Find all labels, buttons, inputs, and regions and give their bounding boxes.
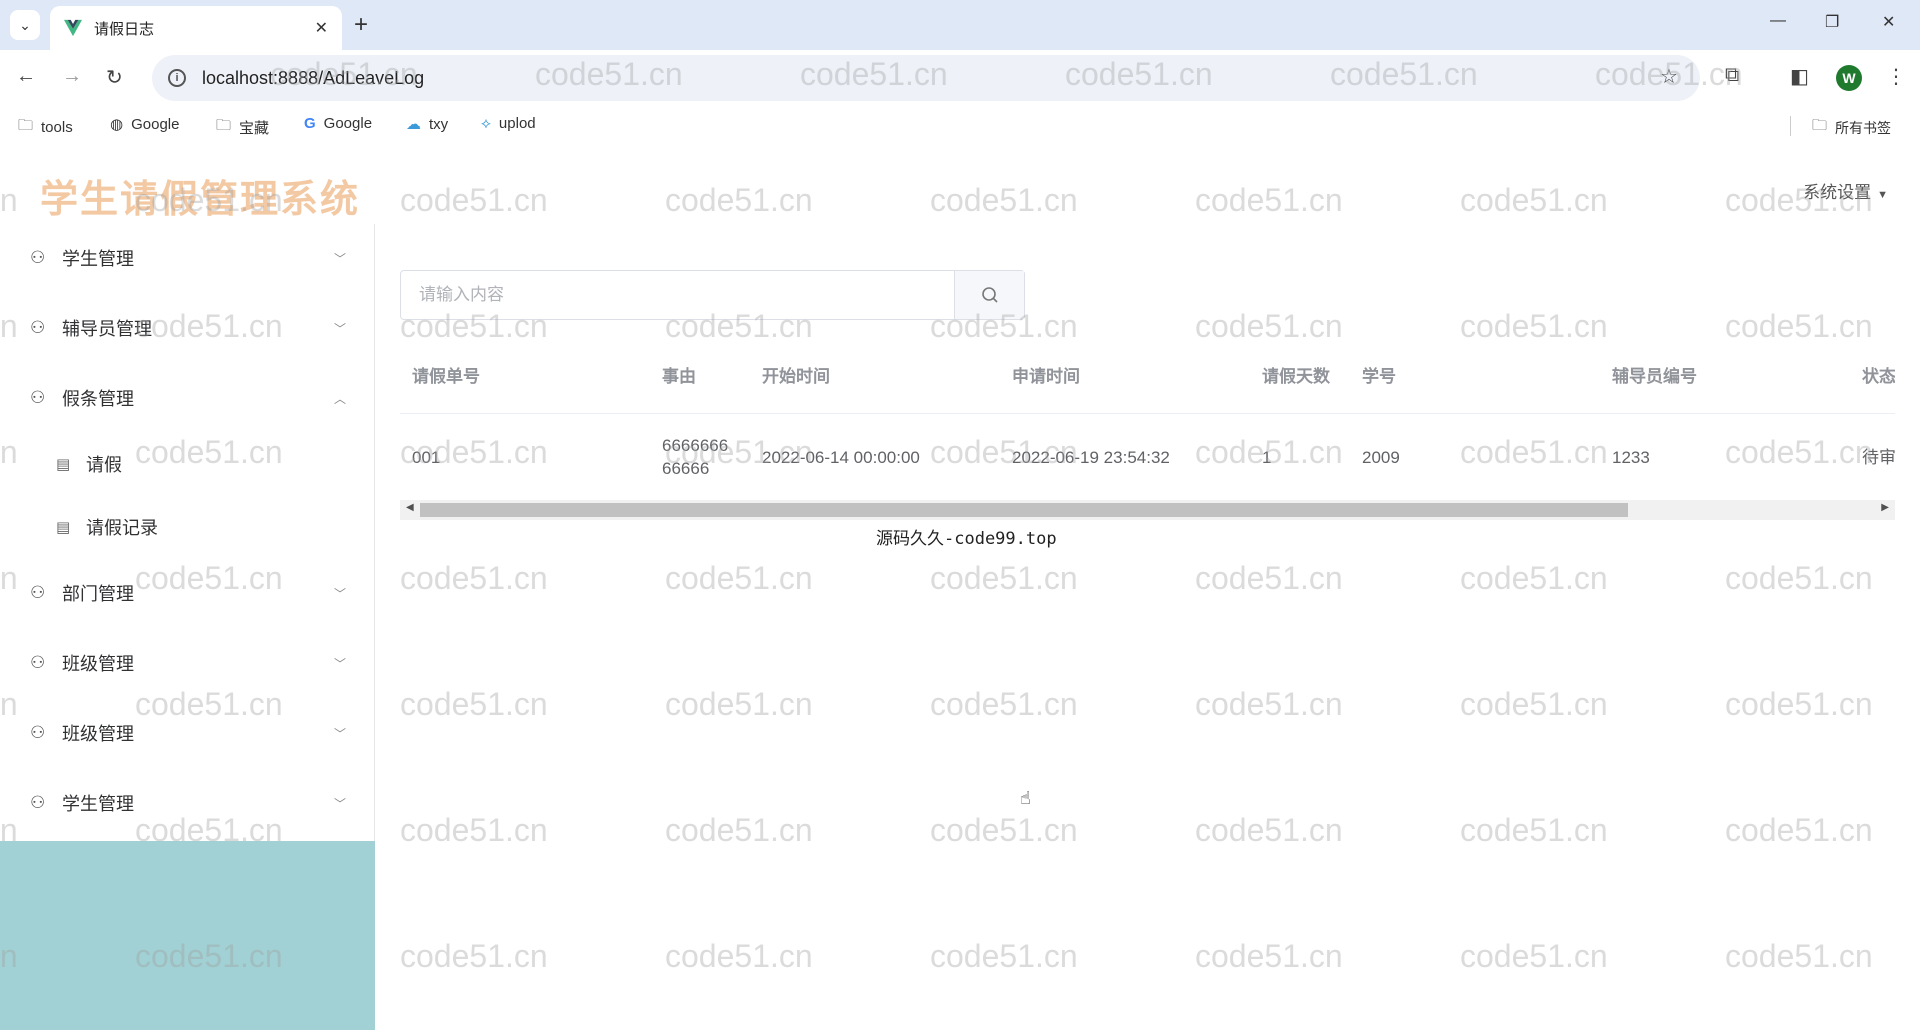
profile-avatar[interactable]: W — [1836, 65, 1862, 91]
sidebar-item-student-mgmt-2[interactable]: ⚇ 学生管理 ﹀ — [0, 775, 374, 831]
cell-apply-time: 2022-06-19 23:54:32 — [1012, 447, 1170, 467]
user-icon: ⚇ — [30, 248, 46, 267]
col-status: 状态 — [1862, 366, 1895, 386]
bookmarks-bar: 🗀 tools ◍ Google 🗀 宝藏 G Google ☁ txy ⟡ uplod 🗀… — [0, 106, 1920, 146]
bookmarks-separator — [1790, 116, 1791, 136]
table-header: 请假单号 事由 开始时间 申请时间 请假天数 学号 辅导员编号 状态 — [400, 334, 1895, 414]
chevron-down-icon: ﹀ — [333, 321, 346, 336]
sidebar-subitem-leave-records[interactable]: ▤ 请假记录 — [0, 499, 374, 555]
google-icon: G — [304, 115, 316, 132]
col-reason: 事由 — [662, 366, 696, 386]
browser-tab[interactable]: 请假日志 ✕ — [50, 6, 342, 50]
search-box — [400, 270, 1025, 320]
table-row[interactable]: 001 6666666 66666 2022-06-14 00:00:00 20… — [400, 414, 1895, 500]
col-counselor-no: 辅导员编号 — [1612, 366, 1697, 386]
side-panel-icon[interactable]: ◧ — [1790, 64, 1809, 89]
user-icon: ⚇ — [30, 388, 46, 407]
cell-status: 待审 — [1862, 447, 1895, 467]
minimize-button[interactable]: — — [1770, 12, 1786, 30]
site-info-icon[interactable]: i — [168, 69, 186, 87]
cell-days: 1 — [1262, 447, 1272, 467]
search-button[interactable] — [954, 271, 1024, 319]
bookmark-uplod[interactable]: ⟡ uplod — [481, 115, 536, 132]
sidebar-footer-panel — [0, 841, 375, 1030]
app-logo: 学生请假管理系统 — [40, 179, 361, 221]
chevron-up-icon: ︿ — [333, 391, 346, 406]
tab-title: 请假日志 — [94, 20, 155, 38]
hand-cursor-icon: ☝ — [1020, 788, 1031, 808]
caret-down-icon: ▼ — [1877, 189, 1888, 201]
globe-icon: ◍ — [110, 116, 124, 133]
reload-icon[interactable]: ↻ — [106, 65, 123, 90]
col-leave-id: 请假单号 — [412, 366, 480, 386]
form-icon: ▤ — [56, 519, 71, 536]
cell-reason: 6666666 66666 — [662, 436, 729, 478]
bookmark-google-2[interactable]: G Google — [304, 115, 372, 132]
chevron-down-icon: ﹀ — [333, 726, 346, 741]
chevron-down-icon: ﹀ — [333, 656, 346, 671]
sidebar: ⚇ 学生管理 ﹀ ⚇ 辅导员管理 ﹀ ⚇ 假条管理 ︿ ▤ 请假 ▤ 请假记录 ⚇ 部门管理 ﹀ ⚇… — [0, 224, 375, 844]
folder-icon: 🗀 — [18, 117, 34, 134]
sidebar-item-class-mgmt-1[interactable]: ⚇ 班级管理 ﹀ — [0, 635, 374, 691]
new-tab-button[interactable]: + — [354, 12, 368, 38]
user-icon: ⚇ — [30, 318, 46, 337]
address-bar[interactable]: i localhost:8888/AdLeaveLog — [152, 55, 1700, 101]
app-page: 学生请假管理系统 系统设置 ▼ ⚇ 学生管理 ﹀ ⚇ 辅导员管理 ﹀ ⚇ 假条管理 ︿ ▤ 请假… — [0, 146, 1920, 1030]
sidebar-item-student-mgmt[interactable]: ⚇ 学生管理 ﹀ — [0, 230, 374, 286]
close-tab-icon[interactable]: ✕ — [315, 18, 328, 38]
sidebar-item-counselor-mgmt[interactable]: ⚇ 辅导员管理 ﹀ — [0, 300, 374, 356]
chevron-down-icon: ﹀ — [333, 796, 346, 811]
extensions-icon[interactable]: ⧉ — [1725, 64, 1739, 87]
menu-icon[interactable]: ⋮ — [1886, 64, 1906, 89]
cell-student-no: 2009 — [1362, 447, 1400, 467]
form-icon: ▤ — [56, 456, 71, 473]
source-caption: 源码久久-code99.top — [876, 529, 1057, 549]
horizontal-scrollbar[interactable]: ◀ ▶ — [400, 500, 1895, 520]
restore-button[interactable]: ❐ — [1825, 12, 1839, 32]
bookmark-txy[interactable]: ☁ txy — [406, 115, 448, 134]
share-icon: ⟡ — [481, 115, 491, 132]
chevron-down-icon: ﹀ — [333, 586, 346, 601]
bookmark-google-1[interactable]: ◍ Google — [110, 115, 179, 134]
sidebar-item-class-mgmt-2[interactable]: ⚇ 班级管理 ﹀ — [0, 705, 374, 761]
search-icon — [981, 287, 998, 303]
sidebar-item-leave-mgmt[interactable]: ⚇ 假条管理 ︿ — [0, 370, 374, 426]
bookmark-tools[interactable]: 🗀 tools — [18, 115, 73, 140]
scroll-right-icon[interactable]: ▶ — [1881, 502, 1889, 513]
cloud-icon: ☁ — [406, 116, 421, 133]
user-icon: ⚇ — [30, 793, 46, 812]
url-text: localhost:8888/AdLeaveLog — [202, 67, 425, 88]
back-icon[interactable]: ← — [16, 65, 36, 88]
sidebar-subitem-leave[interactable]: ▤ 请假 — [0, 436, 374, 492]
cell-counselor-no: 1233 — [1612, 447, 1650, 467]
user-icon: ⚇ — [30, 723, 46, 742]
cell-start-time: 2022-06-14 00:00:00 — [762, 447, 920, 467]
app-header: 学生请假管理系统 系统设置 ▼ — [0, 146, 1920, 224]
leave-log-table: 请假单号 事由 开始时间 申请时间 请假天数 学号 辅导员编号 状态 001 6… — [400, 334, 1895, 549]
scrollbar-thumb[interactable] — [420, 503, 1628, 517]
bookmark-star-icon[interactable]: ☆ — [1660, 64, 1678, 89]
system-settings-dropdown[interactable]: 系统设置 ▼ — [1803, 178, 1888, 203]
user-icon: ⚇ — [30, 583, 46, 602]
all-bookmarks[interactable]: 🗀 所有书签 — [1812, 115, 1891, 140]
folder-icon: 🗀 — [1812, 117, 1828, 134]
sidebar-item-dept-mgmt[interactable]: ⚇ 部门管理 ﹀ — [0, 565, 374, 621]
cell-leave-id: 001 — [412, 447, 441, 467]
vue-favicon-icon — [64, 19, 82, 37]
scroll-left-icon[interactable]: ◀ — [406, 502, 414, 513]
folder-icon: 🗀 — [216, 117, 232, 134]
chevron-down-icon: ﹀ — [333, 251, 346, 266]
col-apply-time: 申请时间 — [1012, 366, 1080, 386]
tab-search-dropdown[interactable]: ⌄ — [10, 10, 40, 40]
forward-icon[interactable]: → — [62, 65, 82, 88]
bookmark-treasure[interactable]: 🗀 宝藏 — [216, 115, 269, 140]
close-window-button[interactable]: ✕ — [1882, 12, 1895, 32]
search-input[interactable] — [401, 271, 954, 319]
user-icon: ⚇ — [30, 653, 46, 672]
browser-tabstrip: ⌄ 请假日志 ✕ + — ❐ ✕ — [0, 0, 1920, 50]
col-start-time: 开始时间 — [762, 366, 830, 386]
col-days: 请假天数 — [1262, 366, 1330, 386]
col-student-no: 学号 — [1362, 366, 1396, 386]
browser-toolbar: ← → ↻ i localhost:8888/AdLeaveLog ☆ ⧉ ◧ … — [0, 50, 1920, 106]
